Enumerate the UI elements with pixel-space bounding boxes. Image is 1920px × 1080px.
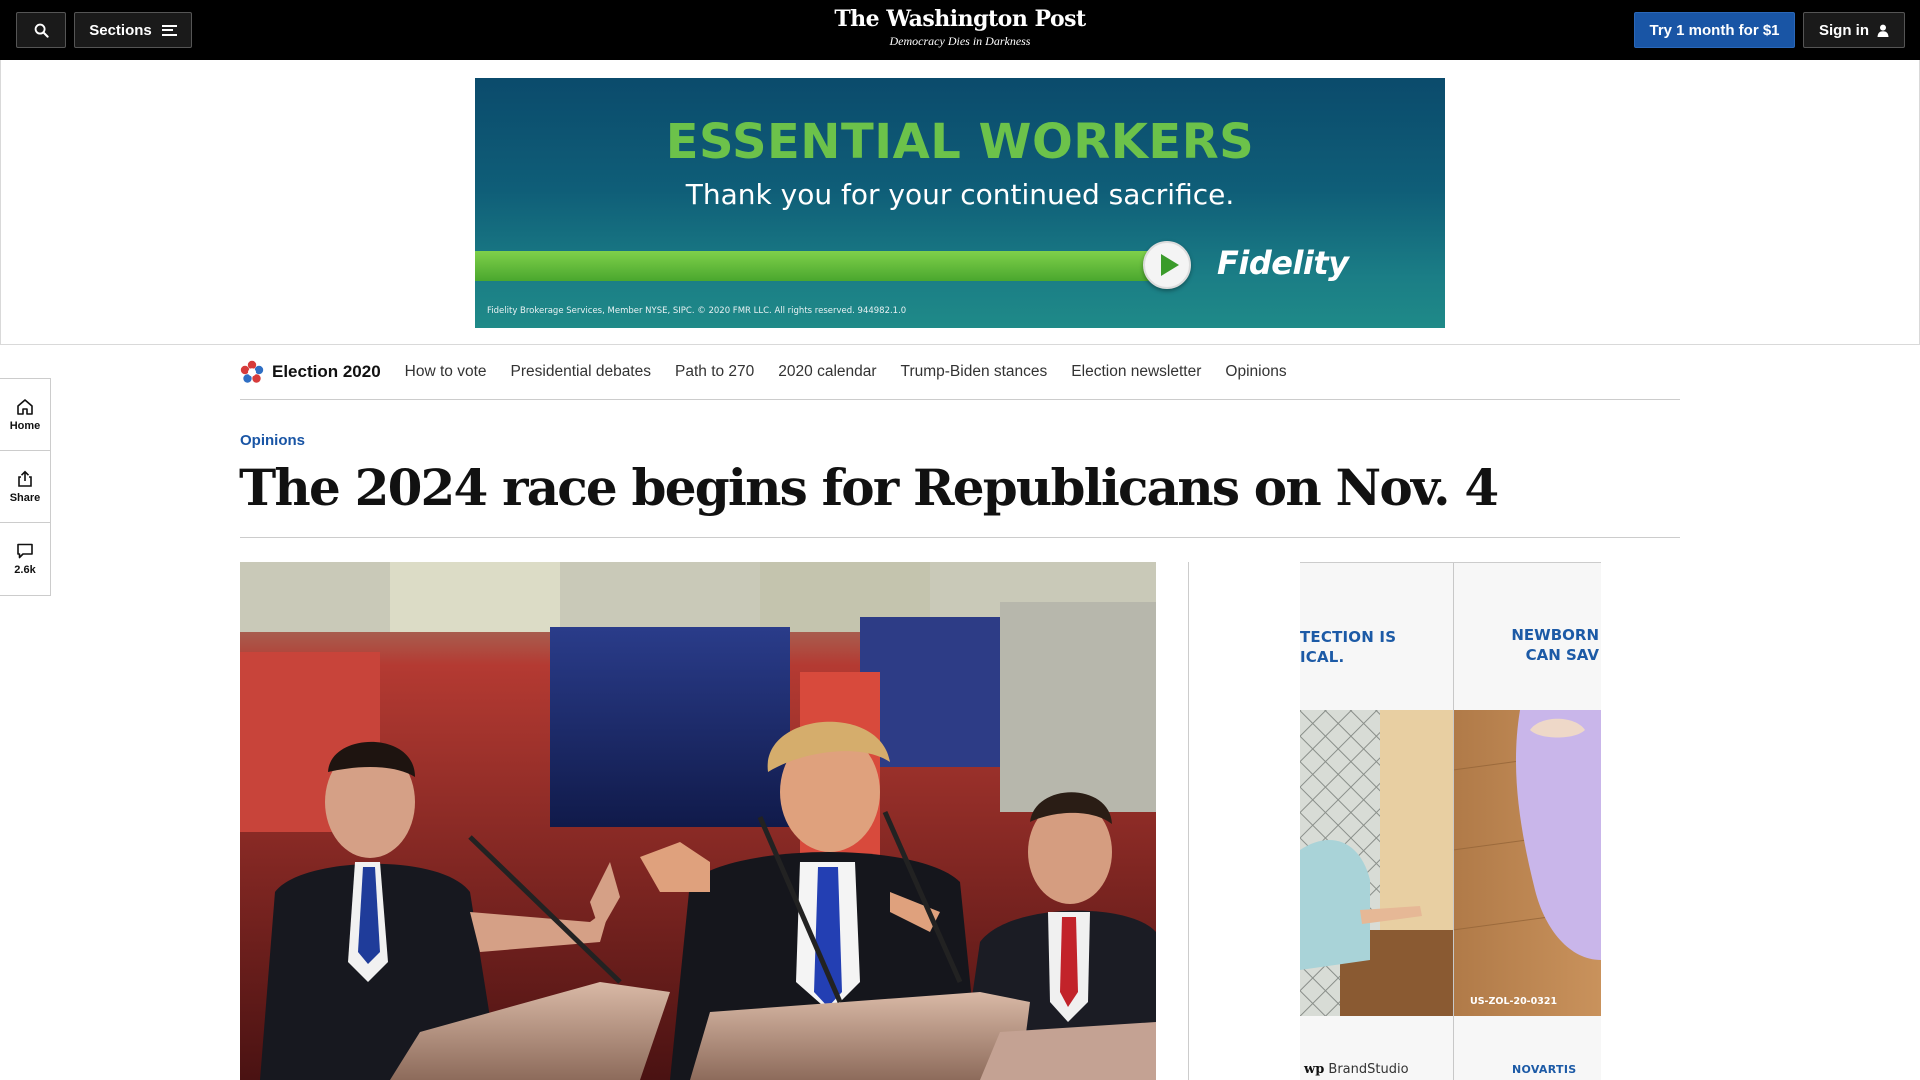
home-label: Home: [9, 419, 41, 432]
rail-ad-divider: [1453, 563, 1454, 1080]
rail-ad-text-left: TECTION IS ICAL.: [1300, 627, 1450, 667]
nav-link-election-newsletter[interactable]: Election newsletter: [1071, 363, 1201, 381]
site-logo[interactable]: The Washington Post: [760, 4, 1160, 34]
sign-in-button[interactable]: Sign in: [1803, 12, 1905, 48]
search-button[interactable]: [16, 12, 66, 48]
comments-count: 2.6k: [14, 564, 36, 576]
subscribe-button[interactable]: Try 1 month for $1: [1634, 12, 1795, 48]
election-star-icon: [240, 360, 264, 383]
masthead[interactable]: The Washington Post Democracy Dies in Da…: [760, 4, 1160, 48]
nav-link-2020-calendar[interactable]: 2020 calendar: [778, 363, 876, 381]
headline-divider: [240, 537, 1680, 538]
site-tagline: Democracy Dies in Darkness: [889, 34, 1031, 48]
nav-link-opinions[interactable]: Opinions: [1225, 363, 1286, 381]
comments-button[interactable]: 2.6k: [0, 523, 50, 595]
nav-link-how-to-vote[interactable]: How to vote: [405, 363, 487, 381]
ad-subheadline: Thank you for your continued sacrifice.: [685, 178, 1235, 211]
ad-legal-text: Fidelity Brokerage Services, Member NYSE…: [487, 306, 907, 316]
share-icon: [18, 470, 32, 487]
nav-link-path-to-270[interactable]: Path to 270: [675, 363, 754, 381]
article-tools-rail: Home Share 2.6k: [0, 378, 51, 596]
ad-play-button[interactable]: [1143, 241, 1191, 289]
article-headline: The 2024 race begins for Republicans on …: [239, 458, 1499, 517]
rail-ad-text-left-line-2: ICAL.: [1300, 648, 1345, 666]
ad-brand-logo: Fidelity: [1217, 244, 1349, 282]
wp-monogram-icon: wp: [1304, 1062, 1325, 1077]
hamburger-menu-icon: [161, 24, 177, 36]
rail-ad-text-right-line-1: NEWBORN: [1511, 626, 1599, 644]
rail-ad-text-left-line-1: TECTION IS: [1300, 628, 1397, 646]
nav-link-trump-biden-stances[interactable]: Trump-Biden stances: [901, 363, 1048, 381]
sections-label: Sections: [89, 21, 152, 39]
top-navigation-bar: Sections The Washington Post Democracy D…: [0, 0, 1920, 60]
column-divider: [1188, 562, 1189, 1080]
rail-ad-text-right: NEWBORN CAN SAV: [1456, 625, 1601, 665]
rail-ad-text-right-line-2: CAN SAV: [1525, 646, 1599, 664]
home-icon: [17, 398, 33, 415]
comment-icon: [17, 543, 33, 559]
top-banner-ad[interactable]: ESSENTIAL WORKERS Thank you for your con…: [475, 78, 1445, 328]
rail-ad-code: US-ZOL-20-0321: [1470, 996, 1558, 1007]
sign-in-label: Sign in: [1819, 21, 1869, 39]
right-rail-ad[interactable]: TECTION IS ICAL. NEWBORN CAN SAV US-ZOL-…: [1300, 562, 1601, 1080]
user-icon: [1877, 24, 1889, 37]
nav-link-presidential-debates[interactable]: Presidential debates: [511, 363, 651, 381]
election-2020-nav: Election 2020 How to vote Presidential d…: [240, 345, 1680, 400]
share-label: Share: [9, 491, 41, 504]
ad-green-bar: [475, 251, 1165, 281]
rail-ad-image: [1300, 710, 1601, 1016]
home-button[interactable]: Home: [0, 379, 50, 451]
brandstudio-label: BrandStudio: [1328, 1062, 1409, 1077]
wp-brandstudio-logo: wp BrandStudio: [1304, 1062, 1409, 1077]
election-2020-home-link[interactable]: Election 2020: [240, 360, 381, 384]
search-icon: [34, 23, 49, 38]
rail-ad-photo: US-ZOL-20-0321: [1300, 710, 1601, 1016]
play-icon: [1160, 254, 1179, 276]
election-nav-title: Election 2020: [272, 362, 381, 381]
debate-stage-photo: [240, 562, 1156, 1080]
lead-photo[interactable]: [240, 562, 1156, 1080]
rail-ad-sponsor-logo: NOVARTIS: [1512, 1063, 1577, 1076]
ad-headline: ESSENTIAL WORKERS: [665, 114, 1255, 170]
section-kicker[interactable]: Opinions: [240, 432, 305, 449]
share-button[interactable]: Share: [0, 451, 50, 523]
sections-menu-button[interactable]: Sections: [74, 12, 192, 48]
